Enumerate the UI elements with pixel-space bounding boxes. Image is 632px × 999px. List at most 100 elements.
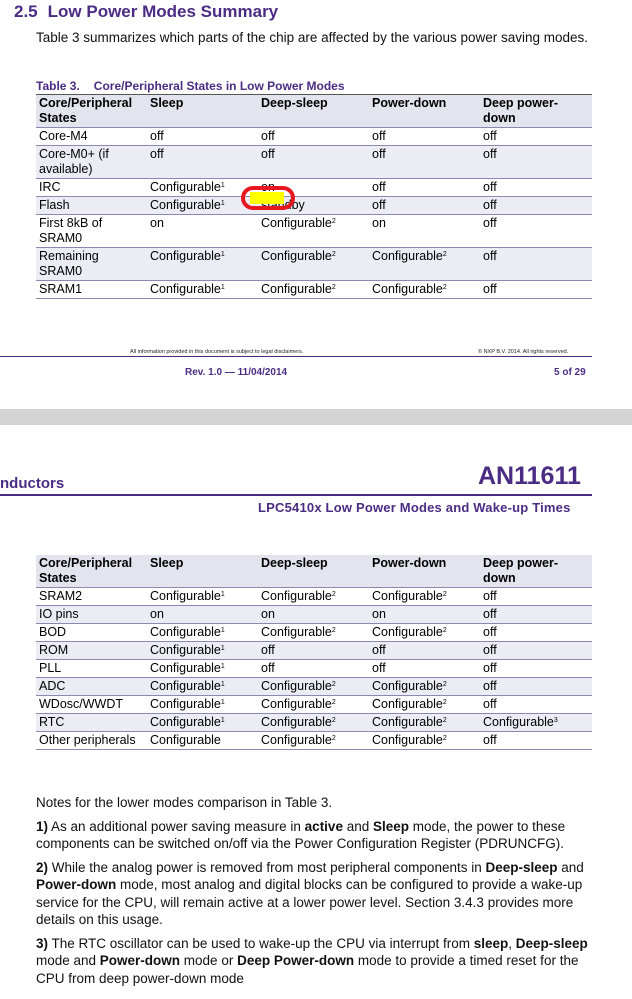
table-row: WDosc/WWDT Configurable1 Configurable2 Conf… [36,695,592,714]
table-row: SRAM1 Configurable1 Configurable2 Configura… [36,280,592,299]
footnote-marker: 2 [331,284,336,291]
footnote-marker: 2 [442,251,447,258]
table-cell: RTC [36,713,147,732]
footnote-marker: 2 [442,735,447,742]
table-cell: off [480,659,592,678]
table-cell: off [480,247,592,281]
cell-text: Configurable [150,282,221,296]
table-cell: off [258,659,369,678]
note-emphasis: Deep-sleep [515,935,588,951]
power-modes-table-part2: Core/Peripheral States Sleep Deep-sleep … [36,555,592,750]
cell-text: off [483,625,497,639]
cell-text: IRC [39,180,61,194]
header-core-peripheral: Core/Peripheral States [36,555,147,588]
table-cell: Configurable2 [258,677,369,696]
cell-text: Configurable [372,625,443,639]
cell-text: off [483,216,497,230]
cell-text: off [483,589,497,603]
footnote-marker: 1 [220,251,225,258]
table-cell: Configurable1 [147,280,258,299]
header-doc-id: AN11611 [478,462,581,490]
cell-text: Configurable [261,679,332,693]
cell-text: off [372,643,386,657]
table-row: Flash Configurable1 standby off off [36,196,592,215]
cell-text: off [372,147,386,161]
cell-text: BOD [39,625,67,639]
cell-text: off [261,643,275,657]
note-text: mode and [36,953,100,968]
cell-text: Configurable [483,715,554,729]
cell-text: IO pins [39,607,79,621]
footnote-marker: 2 [442,699,447,706]
table-cell: Configurable2 [369,623,480,642]
cell-text: off [372,180,386,194]
intro-paragraph: Table 3 summarizes which parts of the ch… [36,30,589,45]
cell-text: Configurable [150,733,221,747]
note-emphasis: 3) [36,935,49,951]
table-cell: off [258,127,369,146]
cell-text: off [261,147,275,161]
cell-text: Configurable [372,249,443,263]
cell-text: Configurable [150,249,221,263]
cell-text: First 8kB of SRAM0 [39,216,103,245]
table-cell: SRAM1 [36,280,147,299]
cell-text: on [150,607,164,621]
header-sleep: Sleep [147,95,258,128]
note-emphasis: 1) [36,818,49,834]
cell-text: Configurable [150,697,221,711]
footer-page-number: 5 of 29 [554,367,586,378]
footnote-marker: 2 [331,627,336,634]
table-cell: Configurable2 [258,731,369,750]
table-cell: Configurable2 [258,713,369,732]
table-cell: Configurable1 [147,677,258,696]
note-text: As an additional power saving measure in [48,818,305,834]
table-cell: IRC [36,178,147,197]
footnote-marker: 2 [442,717,447,724]
notes-section: Notes for the lower modes comparison in … [36,794,592,993]
table-row: RTC Configurable1 Configurable2 Configurabl… [36,713,592,732]
header-deep-sleep: Deep-sleep [258,95,369,128]
cell-text: Configurable [261,216,332,230]
note-emphasis: Deep Power-down [237,953,355,968]
cell-text: Configurable [372,733,443,747]
note-text: and [342,818,373,834]
table-cell: Configurable2 [258,214,369,248]
red-circle-annotation [241,186,295,210]
cell-text: off [483,733,497,747]
cell-text: off [483,697,497,711]
table-cell: Core-M4 [36,127,147,146]
note-emphasis: Sleep [372,818,410,834]
footnote-marker: 1 [220,284,225,291]
cell-text: PLL [39,661,62,675]
cell-text: Configurable [150,715,221,729]
page-gap [0,409,632,425]
table-cell: Configurable2 [258,695,369,714]
footnote-marker: 1 [220,182,225,189]
cell-text: off [483,661,497,675]
footer-revision: Rev. 1.0 — 11/04/2014 [185,367,288,378]
footnote-marker: 2 [442,627,447,634]
cell-text: ROM [39,643,69,657]
note-text: mode or [180,953,238,968]
footer-disclaimer: All information provided in this documen… [130,349,304,355]
table-cell: Configurable1 [147,247,258,281]
footer-copyright: © NXP B.V. 2014. All rights reserved. [478,349,569,355]
footnote-marker: 1 [220,717,225,724]
table-cell: Configurable2 [369,695,480,714]
table-cell: Configurable2 [369,731,480,750]
table-cell: off [480,145,592,179]
header-rule [0,494,592,496]
cell-text: Configurable [150,625,221,639]
table-header-row: Core/Peripheral States Sleep Deep-sleep … [36,555,592,588]
table-cell: off [480,623,592,642]
cell-text: off [372,129,386,143]
table-cell: off [480,178,592,197]
cell-text: Configurable [372,282,443,296]
table-cell: on [369,605,480,624]
table-cell: SRAM2 [36,587,147,606]
table-cell: Configurable2 [258,623,369,642]
cell-text: SRAM1 [39,282,83,296]
cell-text: Configurable [261,589,332,603]
table-row: PLL Configurable1 off off off [36,659,592,678]
footnote-marker: 2 [331,735,336,742]
